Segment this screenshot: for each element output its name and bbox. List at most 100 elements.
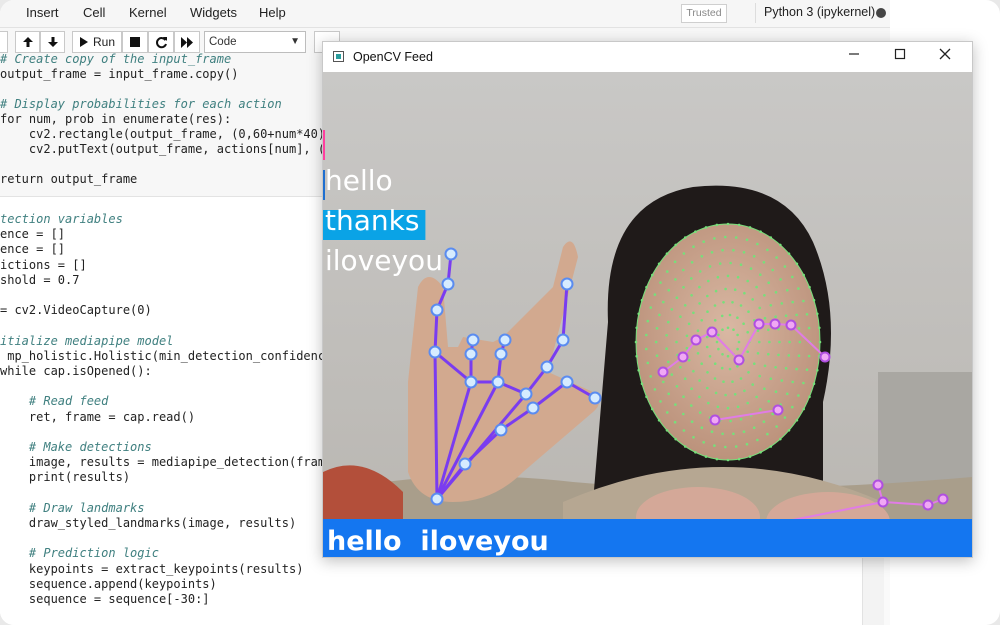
hand-landmark	[560, 277, 574, 291]
code-line: ence = []	[0, 242, 66, 257]
face-mesh-point	[729, 261, 732, 265]
face-mesh-point	[767, 281, 770, 284]
face-mesh-point	[683, 377, 687, 381]
toolbar-partial-button[interactable]	[0, 31, 8, 53]
face-mesh-point	[807, 354, 811, 358]
app-icon	[333, 51, 344, 62]
face-mesh-point	[675, 296, 679, 299]
face-mesh-point	[797, 287, 800, 290]
face-mesh-point	[747, 371, 750, 374]
probability-bar-hello	[323, 130, 325, 160]
face-mesh-point	[733, 288, 737, 291]
face-mesh-point	[713, 377, 717, 380]
face-mesh-point	[667, 320, 670, 324]
face-mesh-point	[685, 334, 689, 338]
face-mesh-point	[745, 238, 749, 242]
face-mesh-point	[683, 304, 687, 307]
face-mesh-point	[665, 347, 668, 351]
face-mesh-point	[659, 400, 662, 403]
run-icon	[79, 37, 88, 47]
face-mesh-point	[670, 373, 674, 376]
code-line: # Create copy of the input_frame	[0, 52, 232, 66]
code-line: # Read feed	[0, 394, 109, 409]
face-mesh-point	[698, 395, 701, 399]
restart-button[interactable]	[148, 31, 174, 53]
pose-landmark	[937, 493, 949, 505]
face-mesh-point	[726, 274, 730, 278]
face-mesh-point	[706, 386, 709, 390]
face-mesh-point	[763, 316, 767, 320]
code-line: itialize mediapipe model	[0, 333, 174, 348]
code-line: return output_frame	[0, 172, 138, 186]
run-label: Run	[92, 35, 115, 49]
code-cell-2[interactable]: tection variables ence = [] ence = [] ictio…	[0, 204, 340, 625]
face-mesh-point	[775, 425, 778, 428]
menu-insert[interactable]: Insert	[26, 5, 59, 20]
face-mesh-point	[698, 302, 701, 305]
hand-landmark	[430, 492, 444, 506]
face-mesh-point	[702, 240, 705, 243]
face-mesh-point	[752, 255, 756, 258]
face-mesh-point	[784, 314, 788, 317]
menu-cell[interactable]: Cell	[83, 5, 105, 20]
pose-landmark	[877, 496, 889, 508]
down-arrow-icon	[47, 37, 58, 47]
menu-widgets[interactable]: Widgets	[190, 5, 237, 20]
face-mesh-point	[758, 306, 761, 310]
face-mesh-point	[673, 420, 677, 424]
face-mesh-point	[767, 352, 770, 356]
restart-run-all-button[interactable]	[174, 31, 200, 53]
opencv-window[interactable]: OpenCV Feed hello thanks iloveyou hello …	[322, 41, 973, 558]
face-mesh-point	[673, 260, 677, 264]
move-up-button[interactable]	[15, 31, 40, 53]
maximize-button[interactable]	[890, 47, 910, 64]
face-mesh-point	[783, 416, 787, 419]
face-mesh-point	[756, 352, 760, 355]
face-mesh-point	[662, 300, 665, 304]
hand-landmark	[494, 423, 508, 437]
face-mesh-point	[734, 236, 738, 239]
trusted-badge[interactable]: Trusted	[681, 4, 727, 23]
code-line: sequence = sequence[-30:]	[0, 592, 210, 606]
face-mesh-point	[763, 364, 767, 368]
run-button[interactable]: Run	[72, 31, 122, 53]
face-mesh-point	[732, 432, 735, 436]
face-mesh-point	[710, 430, 714, 434]
face-mesh-point	[698, 270, 702, 273]
face-mesh-point	[775, 256, 778, 259]
face-mesh-point	[783, 265, 787, 268]
face-mesh-point	[780, 302, 784, 305]
hand-landmark	[560, 375, 574, 389]
code-line: sequence.append(keypoints)	[0, 576, 217, 591]
menu-bar: Insert Cell Kernel Widgets Help Trusted …	[0, 0, 890, 28]
chevron-down-icon: ▼	[290, 36, 300, 47]
face-mesh-point	[791, 380, 794, 384]
kernel-name[interactable]: Python 3 (ipykernel)	[764, 5, 875, 19]
cell-type-select[interactable]: Code ▼	[204, 31, 306, 53]
face-mesh-point	[791, 275, 794, 279]
menu-help[interactable]: Help	[259, 5, 286, 20]
minimize-button[interactable]	[844, 47, 864, 64]
opencv-titlebar[interactable]: OpenCV Feed	[323, 42, 972, 72]
face-mesh-point	[722, 301, 725, 304]
face-mesh-point	[805, 368, 809, 372]
code-line: output_frame = input_frame.copy()	[0, 67, 239, 81]
interrupt-button[interactable]	[122, 31, 148, 53]
face-mesh-point	[774, 315, 777, 318]
face-mesh-point	[739, 304, 743, 307]
face-mesh-point	[649, 375, 652, 378]
hand-landmark	[494, 347, 508, 361]
close-button[interactable]	[935, 47, 955, 64]
code-line: shold = 0.7	[0, 272, 80, 287]
face-mesh-point	[706, 310, 709, 313]
face-mesh-point	[692, 245, 695, 248]
face-mesh-point	[667, 360, 670, 364]
hand-landmark	[464, 375, 478, 389]
move-down-button[interactable]	[40, 31, 65, 53]
menu-kernel[interactable]: Kernel	[129, 5, 167, 20]
code-cell-1[interactable]: # Create copy of the input_frame output_…	[0, 52, 340, 196]
face-mesh-point	[749, 267, 753, 270]
face-mesh-point	[777, 353, 780, 357]
face-mesh-point	[675, 340, 678, 344]
face-mesh-point	[802, 299, 805, 303]
